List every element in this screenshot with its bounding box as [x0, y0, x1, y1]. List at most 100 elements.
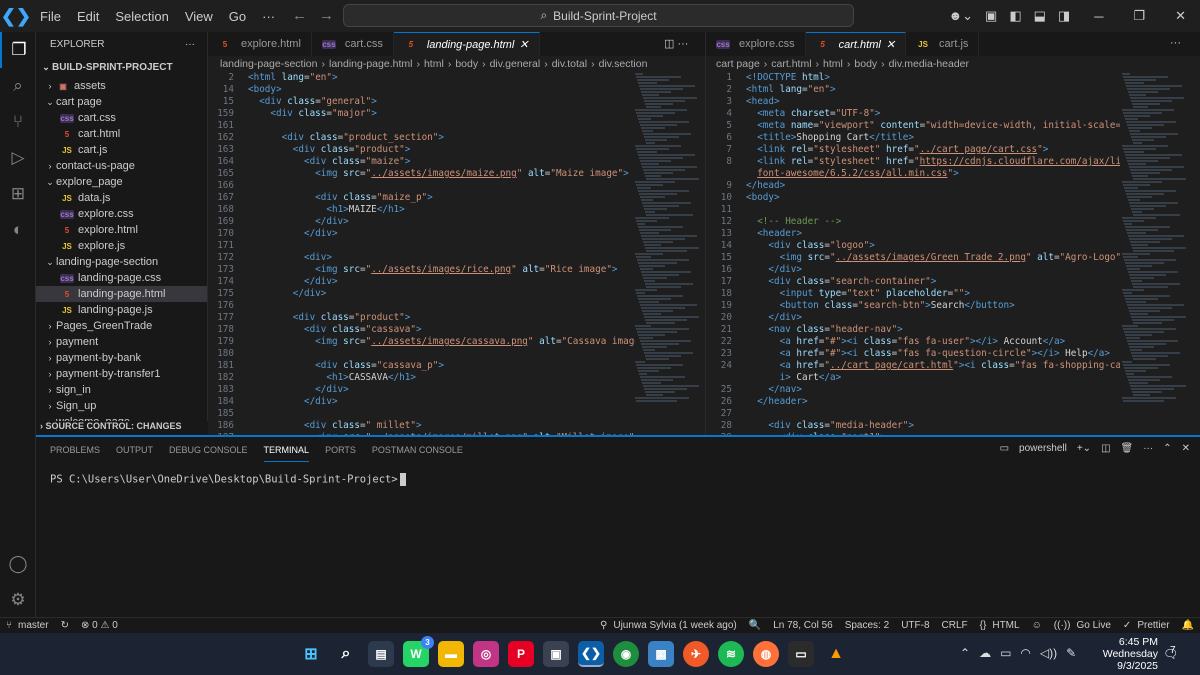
git-blame[interactable]: Ujunwa Sylvia (1 week ago)	[613, 620, 736, 631]
breadcrumb-item[interactable]: html	[823, 58, 843, 70]
volume-icon[interactable]: ◁))	[1040, 646, 1057, 660]
editor-tab[interactable]: 5 landing-page.html ✕	[393, 32, 540, 56]
menu-item[interactable]: View	[185, 9, 213, 24]
zoom-icon[interactable]: 🔍	[749, 620, 761, 631]
more-actions-icon[interactable]: ···	[185, 39, 195, 50]
problems-count[interactable]: ⊗ 0 ⚠ 0	[81, 620, 118, 631]
go-live-button[interactable]: Go Live	[1076, 620, 1110, 631]
tree-item[interactable]: ⌄ explore_page	[36, 174, 207, 190]
spotify-icon[interactable]: ≋	[718, 641, 744, 667]
firefox-icon[interactable]: ◍	[753, 641, 779, 667]
tree-item[interactable]: › payment	[36, 334, 207, 350]
network-icon[interactable]: ◠	[1020, 646, 1030, 660]
app-icon[interactable]: ▣	[543, 641, 569, 667]
project-root[interactable]: ⌄ BUILD-SPRINT-PROJECT	[36, 56, 207, 78]
more-actions-icon[interactable]: ···	[1143, 443, 1153, 454]
layout-icon[interactable]: ▣	[985, 8, 997, 24]
tree-item[interactable]: JS data.js	[36, 190, 207, 206]
feedback-icon[interactable]: ☺	[1032, 620, 1042, 631]
menu-item[interactable]: Go	[229, 9, 246, 24]
chrome-icon[interactable]: ◉	[613, 641, 639, 667]
right-minimap[interactable]	[1122, 72, 1190, 435]
tree-item[interactable]: JS explore.js	[36, 238, 207, 254]
source-control-icon[interactable]: ⑂	[0, 104, 36, 140]
run-debug-icon[interactable]: ▷	[0, 140, 36, 176]
tree-item[interactable]: 5 cart.html	[36, 126, 207, 142]
panel-tab[interactable]: PROBLEMS	[50, 439, 100, 461]
editor-tab[interactable]: css cart.css	[312, 32, 394, 56]
copilot-icon[interactable]: ☻⌄	[948, 8, 973, 24]
account-icon[interactable]: ◯	[0, 546, 36, 582]
branch-name[interactable]: master	[18, 620, 49, 631]
whatsapp-icon[interactable]: W3	[403, 636, 434, 667]
menu-item[interactable]: Edit	[77, 9, 99, 24]
terminal-output[interactable]: PS C:\Users\User\OneDrive\Desktop\Build-…	[50, 473, 406, 486]
trash-icon[interactable]: 🗑	[1121, 443, 1134, 454]
pen-icon[interactable]: ✎	[1066, 646, 1076, 660]
tree-item[interactable]: 5 landing-page.html	[36, 286, 207, 302]
vlc-icon[interactable]: ▲	[823, 641, 849, 667]
control-panel-icon[interactable]: ▩	[648, 641, 674, 667]
shell-name[interactable]: powershell	[1019, 443, 1067, 454]
language-mode[interactable]: HTML	[992, 620, 1019, 631]
tree-item[interactable]: ⌄ cart page	[36, 94, 207, 110]
tree-item[interactable]: › ▣ assets	[36, 78, 207, 94]
close-panel-icon[interactable]: ✕	[1182, 443, 1190, 454]
sync-icon[interactable]: ↻	[61, 620, 69, 631]
cloud-icon[interactable]: ☁	[979, 646, 991, 660]
prettier-status[interactable]: Prettier	[1137, 620, 1169, 631]
encoding[interactable]: UTF-8	[901, 620, 929, 631]
tree-item[interactable]: › contact-us-page	[36, 158, 207, 174]
tree-item[interactable]: 5 explore.html	[36, 222, 207, 238]
breadcrumb-item[interactable]: div.section	[599, 58, 648, 70]
breadcrumb-item[interactable]: cart.html	[771, 58, 811, 70]
line-ending[interactable]: CRLF	[942, 620, 968, 631]
tree-item[interactable]: › payment-by-transfer1	[36, 366, 207, 382]
toggle-sidebar-icon[interactable]: ◧	[1009, 8, 1021, 24]
close-window-icon[interactable]: ✕	[1175, 8, 1186, 24]
menu-item[interactable]: Selection	[115, 9, 168, 24]
search-icon[interactable]: ⌕	[333, 641, 359, 667]
instagram-icon[interactable]: ◎	[473, 641, 499, 667]
new-terminal-icon[interactable]: +⌄	[1077, 443, 1091, 454]
breadcrumb-item[interactable]: cart page	[716, 58, 760, 70]
tree-item[interactable]: › Sign_up	[36, 398, 207, 414]
more-actions-icon[interactable]: ···	[1170, 37, 1181, 49]
indentation[interactable]: Spaces: 2	[845, 620, 889, 631]
nav-arrows[interactable]: ←→	[292, 7, 346, 24]
explorer-icon[interactable]: ❐	[0, 32, 36, 68]
tree-item[interactable]: css cart.css	[36, 110, 207, 126]
tree-item[interactable]: › payment-by-bank	[36, 350, 207, 366]
left-code-editor[interactable]: 2 <html lang="en"> 14 <body> 15 <div class="…	[208, 72, 635, 435]
toggle-secondary-sidebar-icon[interactable]: ◨	[1058, 8, 1070, 24]
maximize-panel-icon[interactable]: ⌃	[1163, 443, 1171, 454]
remote-icon[interactable]: ◐	[0, 212, 36, 248]
breadcrumb-item[interactable]: body	[455, 58, 478, 70]
chevron-up-icon[interactable]: ⌃	[960, 646, 970, 660]
panel-tab[interactable]: TERMINAL	[263, 439, 310, 462]
right-code-editor[interactable]: 1 <!DOCTYPE html> 2 <html lang="en"> 3 <head>…	[706, 72, 1120, 435]
breadcrumb-item[interactable]: div.general	[490, 58, 541, 70]
windows-start-icon[interactable]: ⊞	[298, 641, 324, 667]
menu-item[interactable]: File	[40, 9, 61, 24]
breadcrumb-item[interactable]: div.total	[552, 58, 587, 70]
breadcrumb-item[interactable]: body	[854, 58, 877, 70]
task-view-icon[interactable]: ▤	[368, 641, 394, 667]
tree-item[interactable]: JS landing-page.js	[36, 302, 207, 318]
battery-icon[interactable]: ▭	[1000, 646, 1011, 660]
tree-item[interactable]: css explore.css	[36, 206, 207, 222]
breadcrumb-item[interactable]: landing-page.html	[329, 58, 412, 70]
editor-tab[interactable]: css explore.css	[706, 32, 806, 56]
close-tab-icon[interactable]: ✕	[519, 38, 528, 51]
clock[interactable]: 6:45 PM Wednesday 9/3/2025	[1098, 636, 1158, 672]
toggle-panel-icon[interactable]: ⬓	[1034, 8, 1046, 24]
tree-item[interactable]: › sign_in	[36, 382, 207, 398]
tree-item[interactable]: JS cart.js	[36, 142, 207, 158]
panel-tab[interactable]: POSTMAN CONSOLE	[372, 439, 463, 461]
split-terminal-icon[interactable]: ◫	[1101, 443, 1110, 454]
breadcrumb-item[interactable]: html	[424, 58, 444, 70]
left-minimap[interactable]	[635, 72, 703, 435]
breadcrumb-item[interactable]: div.media-header	[889, 58, 969, 70]
extensions-icon[interactable]: ⊞	[0, 176, 36, 212]
restore-icon[interactable]: ❐	[1133, 8, 1145, 24]
